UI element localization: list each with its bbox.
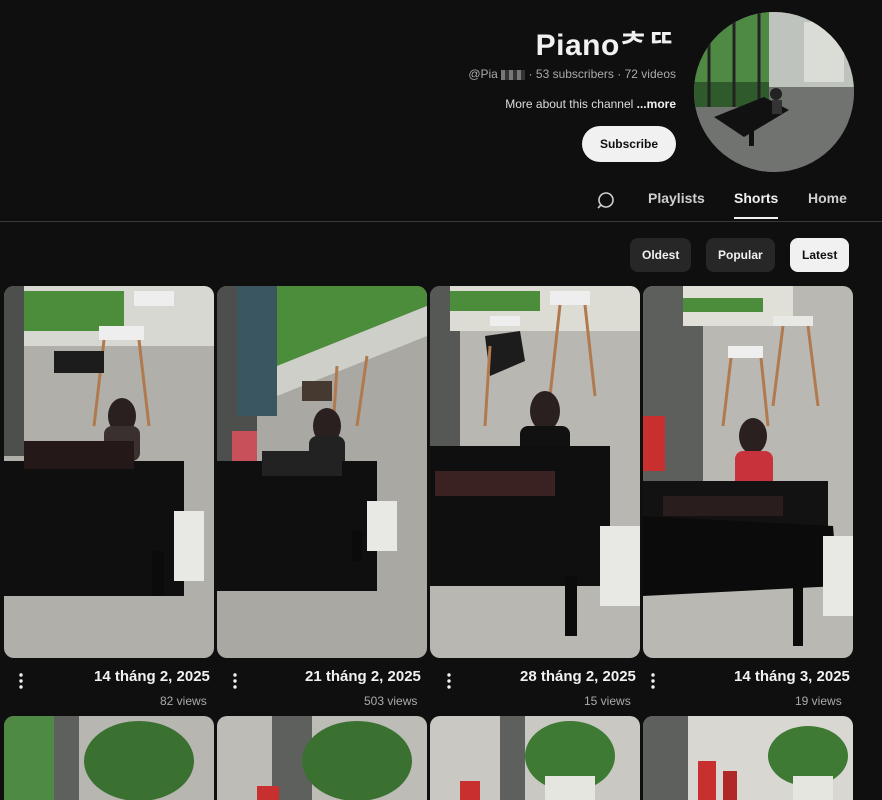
short-title[interactable]: 28 tháng 2, 2025 bbox=[520, 668, 636, 685]
filter-oldest[interactable]: Oldest bbox=[630, 238, 692, 272]
short-thumbnail-image bbox=[430, 716, 640, 800]
tab-playlists[interactable]: Playlists bbox=[648, 190, 705, 206]
short-title[interactable]: 21 tháng 2, 2025 bbox=[305, 668, 421, 685]
subscribe-button[interactable]: Subscribe bbox=[581, 126, 676, 162]
short-views: 19 views bbox=[795, 694, 842, 708]
channel-description[interactable]: More about this channel ...more bbox=[505, 97, 676, 111]
subscriber-count: 53 subscribers bbox=[535, 67, 614, 81]
short-thumbnail[interactable] bbox=[4, 286, 214, 658]
search-icon[interactable] bbox=[596, 190, 616, 210]
short-thumbnail[interactable] bbox=[643, 286, 853, 658]
short-title[interactable]: 14 tháng 3, 2025 bbox=[734, 668, 850, 685]
short-thumbnail-image bbox=[217, 716, 427, 800]
more-vert-icon[interactable] bbox=[646, 670, 660, 692]
short-thumbnail-image bbox=[217, 286, 427, 658]
filter-popular[interactable]: Popular bbox=[706, 238, 775, 272]
meta-separator: · bbox=[617, 67, 625, 81]
description-text: More about this channel bbox=[505, 97, 637, 111]
short-thumbnail[interactable] bbox=[4, 716, 214, 800]
short-title[interactable]: 14 tháng 2, 2025 bbox=[94, 668, 210, 685]
more-vert-icon[interactable] bbox=[14, 670, 28, 692]
short-thumbnail-image bbox=[430, 286, 640, 658]
short-views: 15 views bbox=[584, 694, 631, 708]
tab-shorts[interactable]: Shorts bbox=[734, 190, 779, 219]
short-thumbnail-image bbox=[4, 286, 214, 658]
short-thumbnail[interactable] bbox=[430, 286, 640, 658]
tab-home[interactable]: Home bbox=[808, 190, 847, 206]
short-views: 503 views bbox=[364, 694, 418, 708]
short-thumbnail-image bbox=[643, 286, 853, 658]
short-thumbnail[interactable] bbox=[430, 716, 640, 800]
filter-latest[interactable]: Latest bbox=[790, 238, 850, 272]
more-vert-icon[interactable] bbox=[228, 670, 242, 692]
short-thumbnail-image bbox=[4, 716, 214, 800]
short-thumbnail[interactable] bbox=[643, 716, 853, 800]
short-thumbnail-image bbox=[643, 716, 853, 800]
channel-meta: @Pia · 53 subscribers · 72 videos bbox=[468, 67, 676, 81]
channel-tabs: Home Shorts Playlists bbox=[0, 180, 882, 222]
channel-avatar bbox=[694, 12, 854, 172]
handle-redaction bbox=[501, 69, 526, 80]
video-count: 72 videos bbox=[624, 67, 676, 81]
more-link[interactable]: ...more bbox=[637, 97, 676, 111]
meta-separator: · bbox=[528, 67, 536, 81]
channel-name: Pianoᅔᄄ bbox=[535, 29, 676, 62]
short-thumbnail[interactable] bbox=[217, 716, 427, 800]
channel-handle: @Pia bbox=[468, 67, 498, 81]
short-thumbnail[interactable] bbox=[217, 286, 427, 658]
short-views: 82 views bbox=[160, 694, 207, 708]
more-vert-icon[interactable] bbox=[442, 670, 456, 692]
